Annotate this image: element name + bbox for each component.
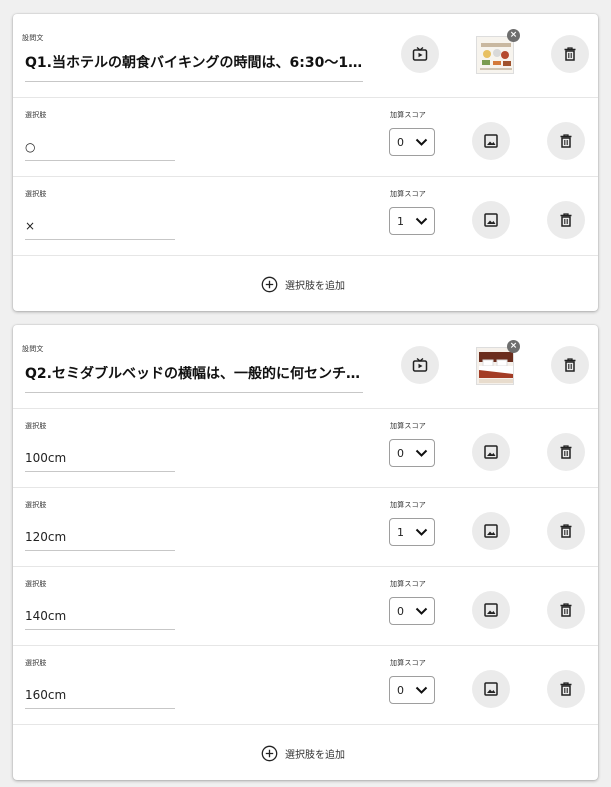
delete-choice-button[interactable] <box>547 512 585 550</box>
choice-text-input[interactable]: 120cm <box>25 530 175 551</box>
plus-circle-icon <box>261 276 278 293</box>
add-video-button[interactable] <box>401 35 439 73</box>
trash-icon <box>560 682 572 696</box>
score-select[interactable]: 0 <box>389 597 435 625</box>
add-choice-image-button[interactable] <box>472 433 510 471</box>
add-choice-row: 選択肢を追加 <box>13 725 598 780</box>
choice-text-input[interactable]: × <box>25 219 175 240</box>
trash-icon <box>560 213 572 227</box>
add-choice-image-button[interactable] <box>472 122 510 160</box>
trash-icon <box>560 134 572 148</box>
chevron-down-icon <box>415 138 428 146</box>
delete-choice-button[interactable] <box>547 591 585 629</box>
choice-row: 選択肢 ○ 加算スコア 0 <box>13 98 598 177</box>
question-header: 設問文 Q2.セミダブルベッドの横幅は、一般的に何センチか。 × <box>13 325 598 409</box>
trash-icon <box>564 47 576 61</box>
hotel-bed-image <box>477 348 513 384</box>
add-video-button[interactable] <box>401 346 439 384</box>
question-image-thumbnail[interactable] <box>476 36 514 74</box>
add-choice-image-button[interactable] <box>472 670 510 708</box>
choice-label: 選択肢 <box>25 580 47 588</box>
choice-row: 選択肢 100cm 加算スコア 0 <box>13 409 598 488</box>
score-value: 0 <box>397 604 404 618</box>
delete-question-button[interactable] <box>551 35 589 73</box>
chevron-down-icon <box>415 528 428 536</box>
score-value: 0 <box>397 135 404 149</box>
add-choice-button[interactable]: 選択肢を追加 <box>261 276 345 293</box>
choice-label: 選択肢 <box>25 111 47 119</box>
remove-image-button[interactable]: × <box>507 340 520 353</box>
chevron-down-icon <box>415 217 428 225</box>
video-icon <box>412 46 428 61</box>
trash-icon <box>560 524 572 538</box>
choice-row: 選択肢 120cm 加算スコア 1 <box>13 488 598 567</box>
score-label: 加算スコア <box>390 580 426 588</box>
chevron-down-icon <box>415 449 428 457</box>
breakfast-buffet-image <box>477 37 513 73</box>
question-header: 設問文 Q1.当ホテルの朝食バイキングの時間は、6:30〜10:00である。 × <box>13 14 598 98</box>
score-label: 加算スコア <box>390 659 426 667</box>
add-choice-button[interactable]: 選択肢を追加 <box>261 745 345 762</box>
score-label: 加算スコア <box>390 501 426 509</box>
delete-choice-button[interactable] <box>547 433 585 471</box>
score-select[interactable]: 0 <box>389 439 435 467</box>
plus-circle-icon <box>261 745 278 762</box>
score-select[interactable]: 0 <box>389 128 435 156</box>
delete-choice-button[interactable] <box>547 201 585 239</box>
trash-icon <box>564 358 576 372</box>
trash-icon <box>560 445 572 459</box>
delete-question-button[interactable] <box>551 346 589 384</box>
video-icon <box>412 357 428 372</box>
remove-image-button[interactable]: × <box>507 29 520 42</box>
image-icon <box>484 134 498 148</box>
question-label: 設問文 <box>22 345 44 353</box>
image-icon <box>484 603 498 617</box>
choice-label: 選択肢 <box>25 501 47 509</box>
question-label: 設問文 <box>22 34 44 42</box>
choice-text-input[interactable]: 160cm <box>25 688 175 709</box>
add-choice-image-button[interactable] <box>472 201 510 239</box>
score-label: 加算スコア <box>390 111 426 119</box>
score-value: 1 <box>397 525 404 539</box>
image-icon <box>484 445 498 459</box>
add-choice-label: 選択肢を追加 <box>285 750 345 761</box>
question-card-1: 設問文 Q1.当ホテルの朝食バイキングの時間は、6:30〜10:00である。 × <box>13 14 598 311</box>
question-image-thumbnail[interactable] <box>476 347 514 385</box>
score-label: 加算スコア <box>390 190 426 198</box>
choice-label: 選択肢 <box>25 659 47 667</box>
question-text-input[interactable]: Q1.当ホテルの朝食バイキングの時間は、6:30〜10:00である。 <box>25 55 363 82</box>
chevron-down-icon <box>415 686 428 694</box>
score-select[interactable]: 1 <box>389 518 435 546</box>
choice-row: 選択肢 160cm 加算スコア 0 <box>13 646 598 725</box>
choice-label: 選択肢 <box>25 190 47 198</box>
add-choice-image-button[interactable] <box>472 512 510 550</box>
delete-choice-button[interactable] <box>547 670 585 708</box>
choice-text-input[interactable]: 100cm <box>25 451 175 472</box>
image-icon <box>484 524 498 538</box>
choice-text-input[interactable]: 140cm <box>25 609 175 630</box>
score-select[interactable]: 1 <box>389 207 435 235</box>
score-value: 1 <box>397 214 404 228</box>
add-choice-label: 選択肢を追加 <box>285 281 345 292</box>
add-choice-image-button[interactable] <box>472 591 510 629</box>
question-card-2: 設問文 Q2.セミダブルベッドの横幅は、一般的に何センチか。 × 選択肢 100… <box>13 325 598 780</box>
add-choice-row: 選択肢を追加 <box>13 256 598 311</box>
choice-label: 選択肢 <box>25 422 47 430</box>
choice-row: 選択肢 140cm 加算スコア 0 <box>13 567 598 646</box>
question-text-input[interactable]: Q2.セミダブルベッドの横幅は、一般的に何センチか。 <box>25 366 363 393</box>
score-label: 加算スコア <box>390 422 426 430</box>
delete-choice-button[interactable] <box>547 122 585 160</box>
choice-text-input[interactable]: ○ <box>25 140 175 161</box>
chevron-down-icon <box>415 607 428 615</box>
score-value: 0 <box>397 446 404 460</box>
image-icon <box>484 682 498 696</box>
choice-row: 選択肢 × 加算スコア 1 <box>13 177 598 256</box>
trash-icon <box>560 603 572 617</box>
score-select[interactable]: 0 <box>389 676 435 704</box>
score-value: 0 <box>397 683 404 697</box>
image-icon <box>484 213 498 227</box>
